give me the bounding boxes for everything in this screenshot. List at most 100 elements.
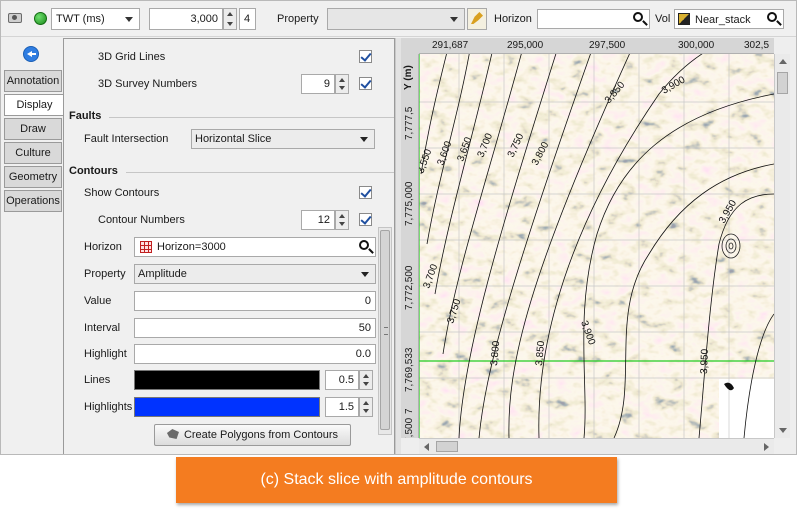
x-tick-label: 295,000 [507,40,544,51]
domain-select[interactable]: TWT (ms) [51,8,140,30]
map-horizontal-scrollbar[interactable] [419,438,774,454]
tab-draw[interactable]: Draw [4,118,62,140]
panel-scrollbar[interactable] [378,227,392,435]
x-tick-label: 297,500 [589,40,626,51]
property-select[interactable]: Amplitude [134,264,376,284]
status-indicator-icon [34,12,47,25]
highlights-width-input[interactable]: 1.5 [325,397,359,417]
horizon-grid-icon [140,241,152,253]
contour-numbers-value: 12 [317,214,330,226]
highlights-width-value: 1.5 [338,401,354,413]
scroll-left-icon[interactable] [424,443,429,451]
highlights-color-swatch[interactable] [134,397,320,417]
contour-numbers-label: Contour Numbers [98,214,185,226]
lines-width-value: 0.5 [338,374,354,386]
map-vertical-scrollbar[interactable] [774,54,790,438]
interval-input[interactable]: 50 [134,318,376,338]
fault-intersection-value: Horizontal Slice [195,133,272,145]
stepper-up-icon [363,374,369,378]
stepper-down-icon [363,382,369,386]
stepper-up-icon [339,78,345,82]
contour-label: 3,950 [699,348,711,374]
volume-search-value: Near_stack [695,14,751,26]
camera-icon[interactable] [8,13,22,23]
stepper-down-icon [339,86,345,90]
tab-geometry[interactable]: Geometry [4,166,62,188]
scroll-up-icon[interactable] [779,59,787,64]
y-axis: Y (m) 7,777,5 7,775,000 7,772,500 7,769,… [401,54,419,438]
contour-numbers-checkbox[interactable] [359,213,372,226]
scrollbar-thumb[interactable] [436,441,458,452]
property-picker-button[interactable] [467,8,487,30]
chevron-down-icon [450,17,458,22]
survey-numbers-checkbox[interactable] [359,77,372,90]
lines-width-input[interactable]: 0.5 [325,370,359,390]
x-tick-label: 302,5 [744,40,770,51]
section-divider [126,172,394,173]
step-input[interactable]: 4 [239,8,256,30]
time-input[interactable]: 3,000 [149,8,223,30]
grid-lines-checkbox[interactable] [359,50,372,63]
highlights-width-stepper[interactable] [359,397,373,417]
search-icon[interactable] [359,240,369,250]
lines-color-swatch[interactable] [134,370,320,390]
lines-label: Lines [84,374,111,386]
y-tick-label: 7,772,500 [404,265,415,311]
tab-annotation[interactable]: Annotation [4,70,62,92]
contour-label: 3,800 [489,340,502,366]
brush-icon [471,12,483,24]
map-svg: 3,850 3,900 3,550 3,600 3,650 3,700 3,75… [419,54,774,438]
horizon-search-input[interactable] [537,9,650,29]
contour-numbers-input[interactable]: 12 [301,210,335,230]
survey-numbers-value: 9 [323,78,330,90]
interval-label: Interval [84,322,121,334]
fault-intersection-select[interactable]: Horizontal Slice [191,129,375,149]
horizon-value: Horizon=3000 [157,241,226,253]
value-label: Value [84,295,112,307]
contour-numbers-stepper[interactable] [335,210,349,230]
highlight-input[interactable]: 0.0 [134,344,376,364]
seismic-map-canvas[interactable]: 3,850 3,900 3,550 3,600 3,650 3,700 3,75… [419,54,774,438]
survey-numbers-input[interactable]: 9 [301,74,335,94]
x-axis: 291,687 295,000 297,500 300,000 302,5 [419,38,774,54]
survey-numbers-stepper[interactable] [335,74,349,94]
stepper-up-icon [227,12,233,16]
time-input-value: 3,000 [190,13,218,25]
property-select[interactable] [327,8,465,30]
y-tick-label: 7,775,000 [404,181,415,227]
search-icon[interactable] [767,12,777,22]
x-tick-label: 291,687 [432,40,469,51]
interval-value: 50 [358,322,371,334]
contour-label: 3,850 [534,340,547,366]
volume-search-input[interactable]: Near_stack [674,9,784,29]
horizon-input[interactable]: Horizon=3000 [134,237,376,257]
polygon-icon [166,429,179,439]
property-label: Property [277,13,319,25]
y-tick-label: 7,769,533 [404,347,415,393]
contours-section-title: Contours [69,165,118,177]
search-icon[interactable] [633,12,643,22]
value-input[interactable]: 0 [134,291,376,311]
grip-icon [384,327,388,335]
chevron-down-icon [360,137,368,142]
lines-width-stepper[interactable] [359,370,373,390]
scroll-right-icon[interactable] [764,443,769,451]
time-stepper[interactable] [223,8,237,30]
tab-display[interactable]: Display [4,94,64,116]
value-value: 0 [364,295,371,307]
tab-culture[interactable]: Culture [4,142,62,164]
back-arrow-icon[interactable] [23,46,39,62]
vol-label: Vol [655,13,671,25]
tab-operations[interactable]: Operations [4,190,62,212]
display-settings-panel: 3D Grid Lines 3D Survey Numbers 9 Faults… [63,38,395,454]
show-contours-checkbox[interactable] [359,186,372,199]
scroll-down-icon[interactable] [779,428,787,433]
stepper-up-icon [363,401,369,405]
create-polygons-button[interactable]: Create Polygons from Contours [154,424,351,446]
scrollbar-thumb[interactable] [380,230,390,430]
scrollbar-thumb[interactable] [777,72,788,94]
x-tick-label: 300,000 [678,40,715,51]
application-window: TWT (ms) 3,000 4 Property Horizon Vol Ne… [0,0,797,455]
figure-caption: (c) Stack slice with amplitude contours [176,457,617,503]
stepper-up-icon [339,214,345,218]
